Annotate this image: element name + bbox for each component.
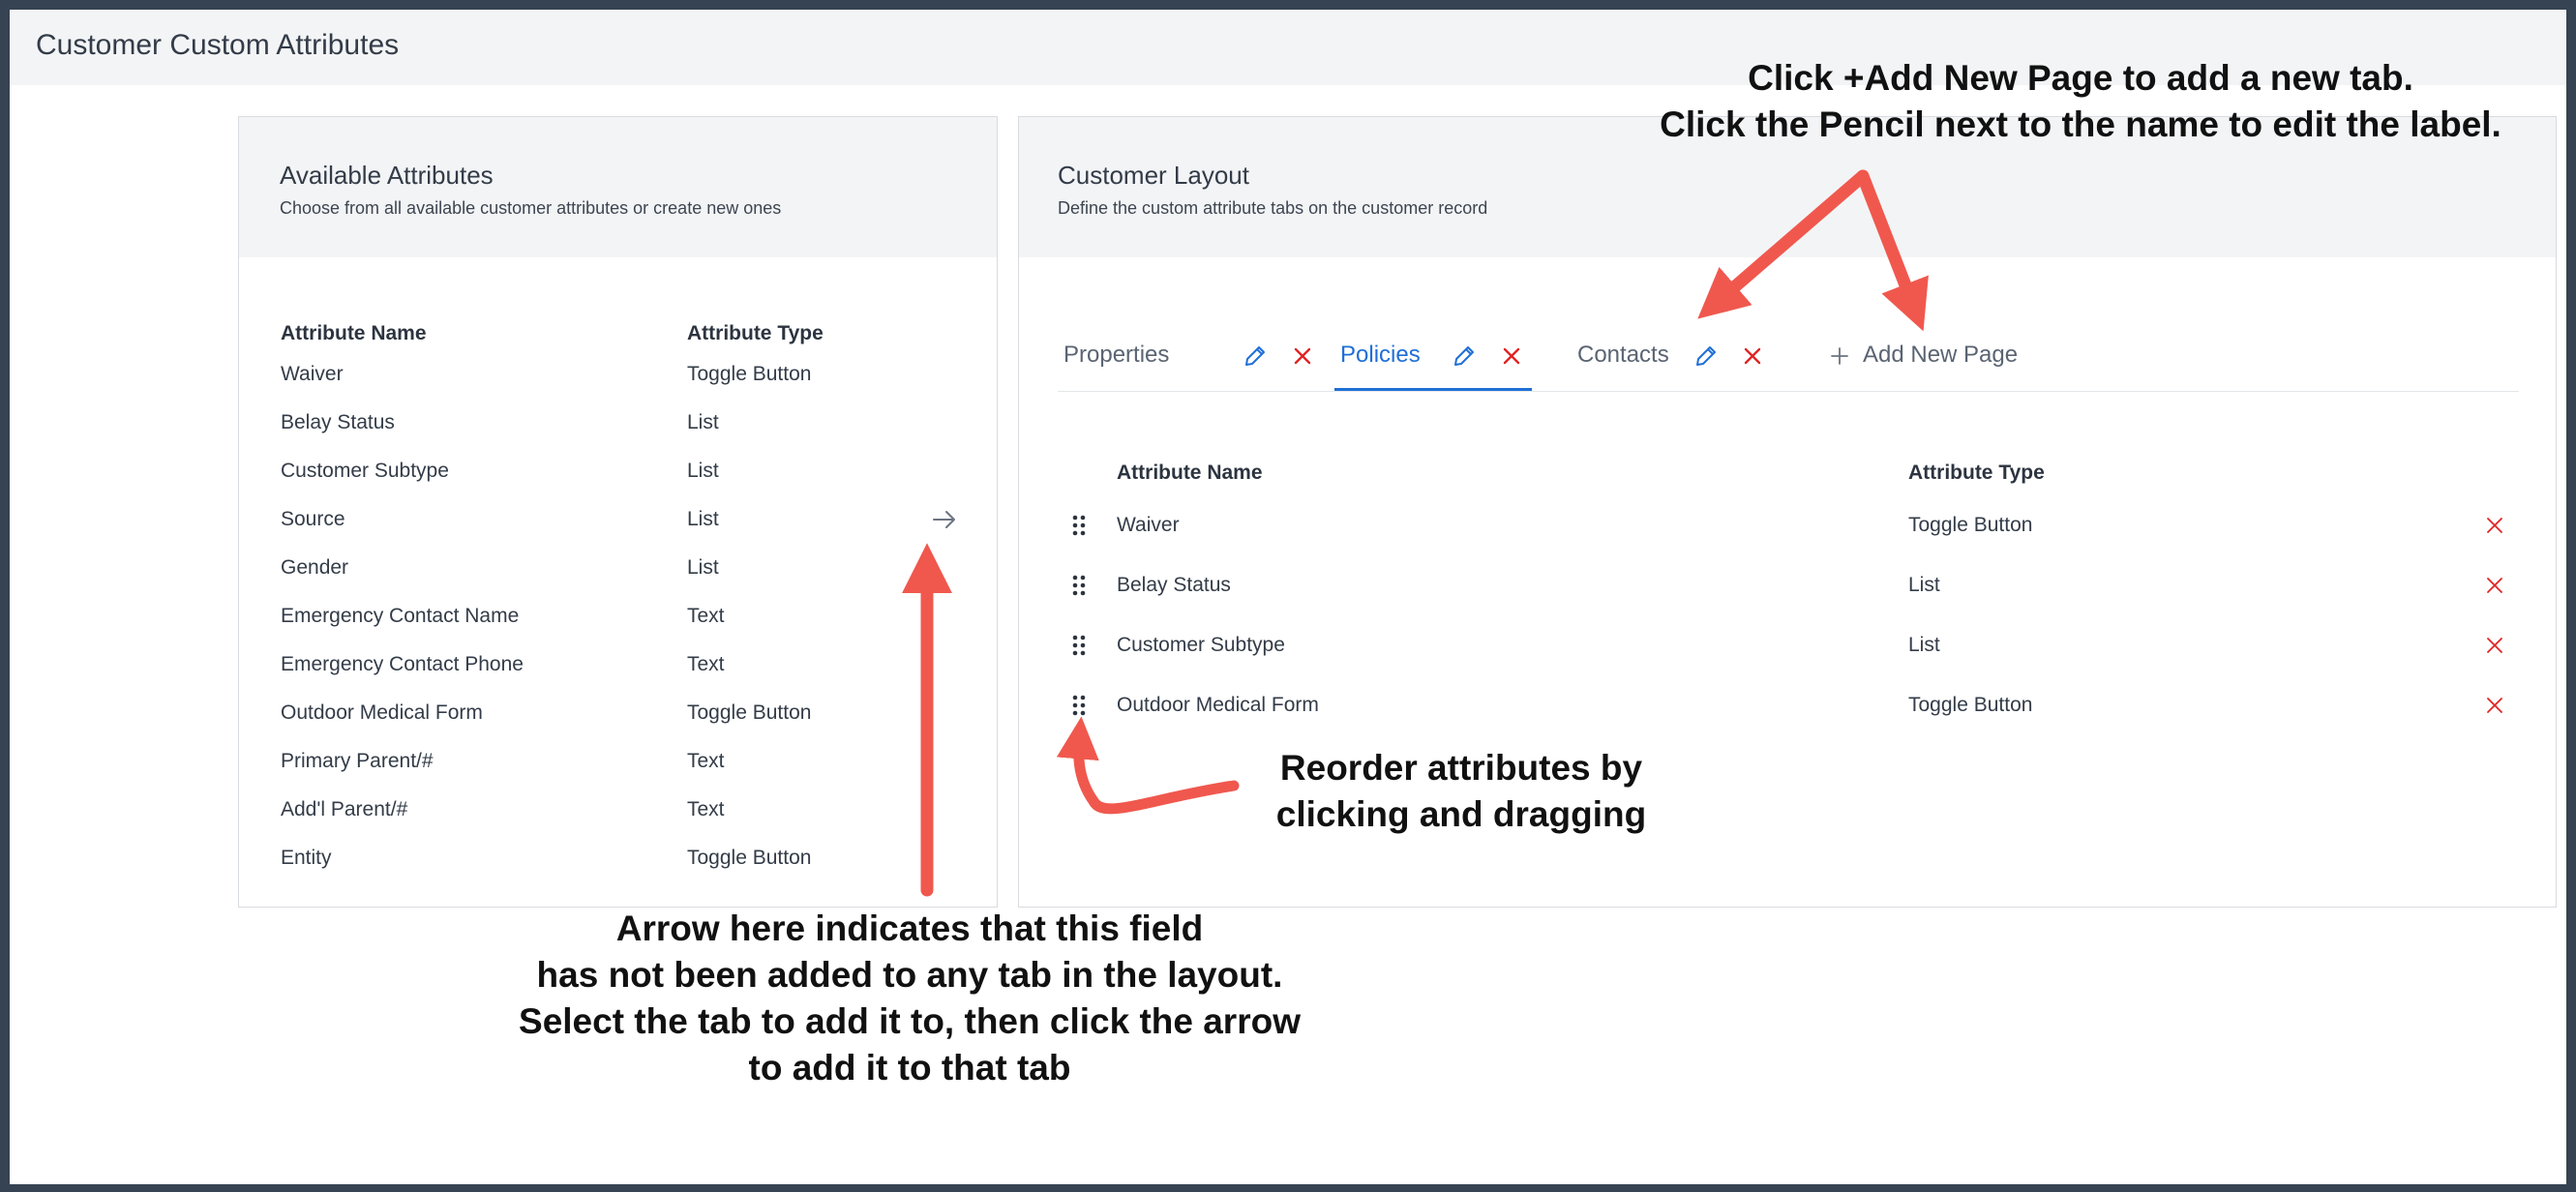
- annotation-reorder: Reorder attributes by clicking and dragg…: [1239, 745, 1684, 838]
- annotation-arrow-drag: [1056, 716, 1240, 815]
- annotation-line: has not been added to any tab in the lay…: [536, 955, 1283, 995]
- annotation-line: clicking and dragging: [1275, 794, 1647, 834]
- annotation-arrow-pencil: [1697, 169, 1870, 319]
- annotation-line: Arrow here indicates that this field: [615, 909, 1204, 948]
- annotation-arrow-add-page: [1856, 169, 1929, 332]
- annotation-line: Click the Pencil next to the name to edi…: [1660, 104, 2501, 144]
- annotation-line: Select the tab to add it to, then click …: [519, 1001, 1301, 1041]
- annotation-line: to add it to that tab: [748, 1048, 1071, 1088]
- app-window: Customer Custom Attributes Available Att…: [10, 10, 2566, 1184]
- annotation-arrow-help: Arrow here indicates that this field has…: [435, 906, 1384, 1091]
- annotation-top: Click +Add New Page to add a new tab. Cl…: [1616, 55, 2545, 148]
- annotation-line: Click +Add New Page to add a new tab.: [1748, 58, 2413, 98]
- annotation-line: Reorder attributes by: [1279, 748, 1643, 788]
